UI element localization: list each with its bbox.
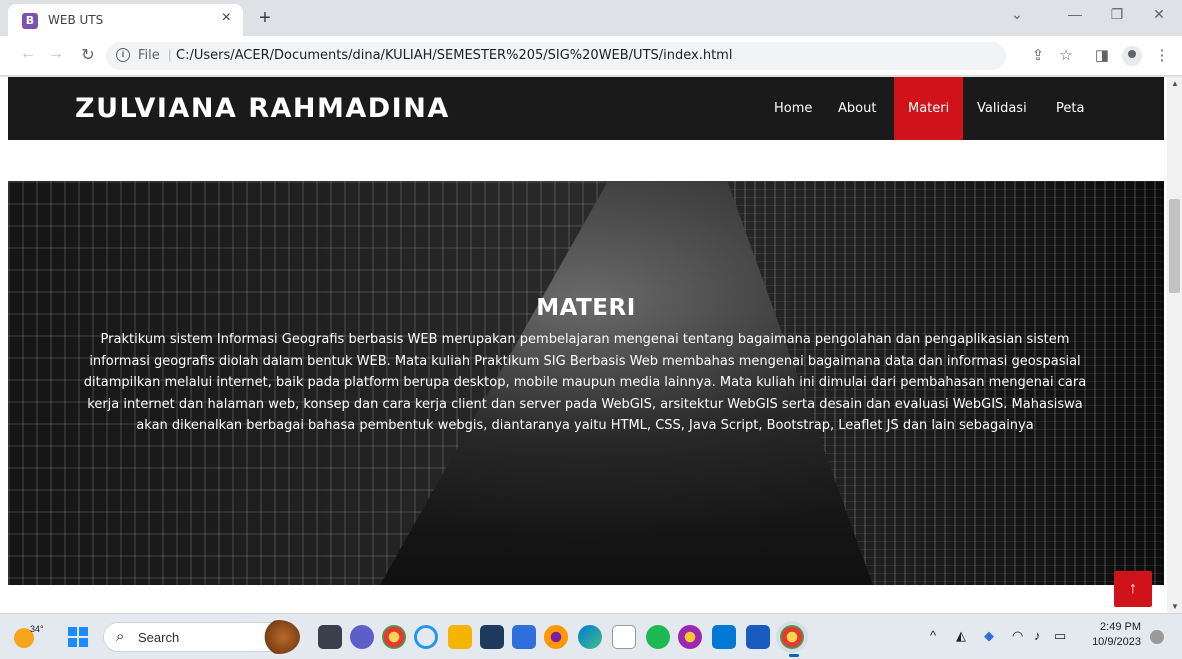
site-brand[interactable]: ZULVIANA RAHMADINA (75, 93, 450, 124)
weather-widget[interactable]: 34° (14, 624, 44, 650)
amazon-icon[interactable] (612, 625, 636, 649)
bookmark-star-icon[interactable]: ☆ (1056, 46, 1076, 64)
tray-security-icon[interactable]: ◆ (984, 628, 994, 644)
profile-avatar-icon[interactable] (1122, 46, 1142, 66)
file-explorer-icon[interactable] (448, 625, 472, 649)
notification-icon[interactable] (1150, 630, 1164, 644)
menu-kebab-icon[interactable]: ⋮ (1152, 46, 1172, 64)
section-description: Praktikum sistem Informasi Geografis ber… (83, 332, 1087, 433)
browser-tab-bar: B WEB UTS × + ⌄ — ❐ ✕ (0, 0, 1182, 36)
tab-search-icon[interactable]: ⌄ (1002, 6, 1032, 23)
clock-time: 2:49 PM (1100, 621, 1141, 633)
windows-taskbar: 34° ⌕ Search ^ ◭ ◆ ◠ ♪ ▭ 2:49 PM 10/9/20… (0, 613, 1182, 659)
close-tab-icon[interactable]: × (222, 9, 231, 27)
address-bar[interactable]: i File | C:/Users/ACER/Documents/dina/KU… (106, 42, 1006, 70)
nav-peta[interactable]: Peta (1042, 77, 1098, 140)
minimize-icon[interactable]: — (1060, 6, 1090, 22)
address-toolbar: ← → ↻ i File | C:/Users/ACER/Documents/d… (0, 36, 1182, 76)
search-label: Search (138, 630, 180, 645)
section-title: MATERI (536, 295, 636, 321)
taskbar-clock[interactable]: 2:49 PM 10/9/2023 (1086, 620, 1141, 650)
windows-start-icon[interactable] (68, 627, 88, 647)
info-icon[interactable]: i (116, 48, 130, 62)
nav-home[interactable]: Home (760, 77, 826, 140)
scroll-down-icon[interactable]: ▼ (1171, 602, 1179, 611)
battery-icon[interactable]: ▭ (1054, 628, 1066, 644)
reload-icon[interactable]: ↻ (78, 45, 98, 65)
chrome-active-icon[interactable] (780, 625, 804, 649)
nav-validasi[interactable]: Validasi (963, 77, 1041, 140)
wifi-icon[interactable]: ◠ (1012, 628, 1023, 644)
close-window-icon[interactable]: ✕ (1144, 6, 1174, 23)
page-viewport: ZULVIANA RAHMADINA Home About Materi Val… (0, 77, 1167, 613)
volume-icon[interactable]: ♪ (1034, 628, 1041, 643)
url-text[interactable]: C:/Users/ACER/Documents/dina/KULIAH/SEME… (176, 48, 732, 63)
share-icon[interactable]: ⇪ (1028, 46, 1048, 64)
site-navbar: ZULVIANA RAHMADINA Home About Materi Val… (8, 77, 1164, 140)
new-tab-button[interactable]: + (251, 4, 279, 32)
tray-device-icon[interactable]: ◭ (956, 628, 966, 644)
search-highlight-image (258, 620, 300, 654)
calculator-icon[interactable] (480, 625, 504, 649)
side-panel-icon[interactable]: ◨ (1092, 46, 1112, 64)
tray-overflow-icon[interactable]: ^ (930, 628, 936, 643)
firefox-icon[interactable] (544, 625, 568, 649)
back-arrow-icon[interactable]: ← (18, 45, 38, 63)
browser-tab[interactable]: B WEB UTS × (8, 4, 243, 36)
cortana-icon[interactable] (414, 625, 438, 649)
teams-chat-icon[interactable] (350, 625, 374, 649)
word-icon[interactable] (746, 625, 770, 649)
chrome-app-icon[interactable] (382, 625, 406, 649)
materi-hero-section: MATERI Praktikum sistem Informasi Geogra… (8, 181, 1164, 585)
scroll-thumb[interactable] (1169, 199, 1180, 293)
bootstrap-favicon-icon: B (22, 13, 38, 29)
spotify-icon[interactable] (646, 625, 670, 649)
edge-icon[interactable] (578, 625, 602, 649)
back-to-top-button[interactable]: ↑ (1114, 571, 1152, 607)
paint-icon[interactable] (678, 625, 702, 649)
url-separator: | (168, 47, 172, 62)
nav-materi[interactable]: Materi (894, 77, 964, 140)
restore-icon[interactable]: ❐ (1102, 6, 1132, 23)
url-scheme-label: File (138, 48, 160, 63)
search-icon: ⌕ (116, 628, 125, 645)
forward-arrow-icon[interactable]: → (46, 45, 66, 63)
vscode-icon[interactable] (712, 625, 736, 649)
weather-temperature: 34° (30, 624, 44, 634)
page-scrollbar[interactable]: ▲ ▼ (1167, 77, 1182, 613)
active-app-indicator (789, 654, 799, 657)
scroll-up-icon[interactable]: ▲ (1171, 79, 1179, 88)
nav-about[interactable]: About (824, 77, 890, 140)
clock-date: 10/9/2023 (1092, 636, 1141, 648)
store-app-icon[interactable] (512, 625, 536, 649)
task-view-icon[interactable] (318, 625, 342, 649)
tab-title: WEB UTS (48, 13, 104, 27)
